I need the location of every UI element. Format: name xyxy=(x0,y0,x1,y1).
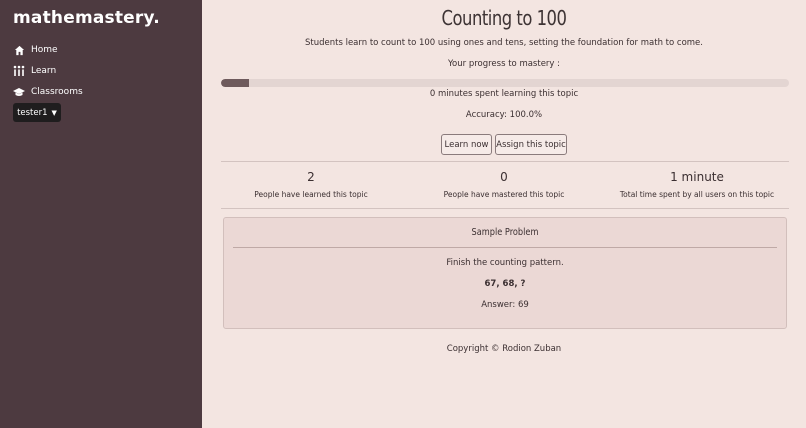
sidebar-item-label: Learn xyxy=(31,66,57,76)
main-content: Counting to 100 Students learn to count … xyxy=(202,0,806,428)
sidebar-item-label: Home xyxy=(31,45,58,55)
sidebar-item-learn[interactable]: Learn xyxy=(13,62,56,80)
sample-problem-prompt: Finish the counting pattern. xyxy=(446,258,564,268)
divider xyxy=(221,208,789,209)
sidebar-item-label: Classrooms xyxy=(31,87,83,97)
stat-mastered: 0 People have mastered this topic xyxy=(404,170,604,199)
stat-label: People have mastered this topic xyxy=(443,190,565,199)
footer-copyright: Copyright © Rodion Zuban xyxy=(446,344,562,354)
progress-label: Your progress to mastery : xyxy=(447,59,561,69)
assign-topic-button[interactable]: Assign this topic xyxy=(495,134,567,155)
divider xyxy=(233,247,777,248)
mastery-progress-bar xyxy=(221,79,789,87)
learn-icon xyxy=(13,65,25,77)
user-dropdown-label: tester1 xyxy=(17,107,48,118)
page-title: Counting to 100 xyxy=(441,6,567,30)
stat-label: Total time spent by all users on this to… xyxy=(619,190,775,199)
time-spent-text: 0 minutes spent learning this topic xyxy=(429,89,579,99)
accuracy-text: Accuracy: 100.0% xyxy=(465,110,543,120)
home-icon xyxy=(13,44,25,56)
graduation-cap-icon xyxy=(13,86,25,98)
sample-problem-text: 67, 68, ? xyxy=(484,279,526,289)
sidebar-item-home[interactable]: Home xyxy=(13,41,58,59)
stat-label: People have learned this topic xyxy=(254,190,368,199)
stat-value: 0 xyxy=(500,170,508,184)
topic-description: Students learn to count to 100 using one… xyxy=(305,38,703,48)
stat-value: 1 minute xyxy=(670,170,724,184)
sidebar: mathemastery. Home Learn Classrooms test… xyxy=(0,0,202,428)
sample-problem-card: Sample Problem Finish the counting patte… xyxy=(223,217,787,329)
caret-down-icon: ▼ xyxy=(51,108,57,117)
stat-value: 2 xyxy=(307,170,315,184)
sample-problem-heading: Sample Problem xyxy=(471,227,539,238)
divider xyxy=(221,161,789,162)
learn-now-button[interactable]: Learn now xyxy=(441,134,492,155)
sample-problem-answer: Answer: 69 xyxy=(481,300,529,310)
user-dropdown-button[interactable]: tester1 ▼ xyxy=(13,103,61,122)
mastery-progress-fill xyxy=(221,79,250,87)
stat-time: 1 minute Total time spent by all users o… xyxy=(597,170,797,199)
sidebar-item-classrooms[interactable]: Classrooms xyxy=(13,83,83,101)
brand-logo[interactable]: mathemastery. xyxy=(13,8,160,28)
stat-learned: 2 People have learned this topic xyxy=(211,170,411,199)
